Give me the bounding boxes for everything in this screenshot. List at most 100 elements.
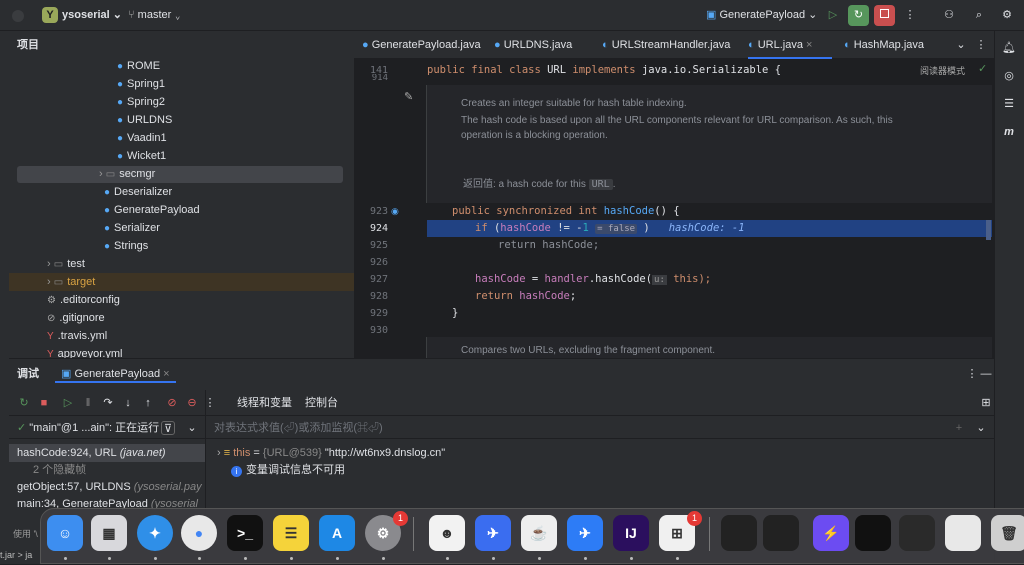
database-icon[interactable]: ☰ xyxy=(1002,97,1016,111)
tree-item[interactable]: › ▭ target xyxy=(47,273,95,291)
resume-icon[interactable]: ▷ xyxy=(61,396,75,410)
tree-item[interactable]: ⚙ .editorconfig xyxy=(47,291,120,309)
close-icon[interactable]: × xyxy=(163,368,169,380)
javadoc-return: 返回值: a hash code for this URL. xyxy=(463,179,616,190)
edit-pencil-icon[interactable]: ✎ xyxy=(404,90,413,103)
tree-item[interactable]: ● GeneratePayload xyxy=(104,201,200,219)
gear-icon[interactable]: ⚙ xyxy=(1000,8,1014,22)
step-into-icon[interactable]: ↓ xyxy=(121,396,135,410)
java-icon[interactable]: ☕ xyxy=(521,515,557,551)
chevron-down-icon[interactable]: ⌄ xyxy=(954,38,968,52)
tree-selection xyxy=(17,166,343,183)
ai-assistant-icon[interactable]: ◎ xyxy=(1002,69,1016,83)
resume-icon[interactable]: ▷ xyxy=(826,8,840,22)
add-watch-icon[interactable]: + xyxy=(952,421,966,435)
chevron-down-icon[interactable]: ⌄ xyxy=(974,421,988,435)
chevron-down-icon[interactable]: ⌄ xyxy=(185,421,199,435)
tree-item[interactable]: ● Vaadin1 xyxy=(117,129,167,147)
tree-item[interactable]: ● URLDNS xyxy=(117,111,172,129)
window-3-icon[interactable] xyxy=(855,515,891,551)
lark-icon[interactable]: ✈ xyxy=(567,515,603,551)
running-indicator xyxy=(336,557,339,560)
window-5-icon[interactable] xyxy=(945,515,981,551)
filter-icon[interactable]: ⊽ xyxy=(161,421,175,435)
tab-url-java[interactable]: ◐ URL.java × xyxy=(748,31,832,59)
tree-item[interactable]: › ▭ test xyxy=(47,255,85,273)
tree-item[interactable]: Y .travis.yml xyxy=(47,327,107,345)
launchpad-icon[interactable]: ▦ xyxy=(91,515,127,551)
override-icon[interactable]: ◉ xyxy=(391,206,399,217)
feishu-icon[interactable]: ✈ xyxy=(475,515,511,551)
class-icon: ● xyxy=(117,115,124,126)
tree-item[interactable]: ● Spring1 xyxy=(117,75,165,93)
tree-item[interactable]: ● Strings xyxy=(104,237,148,255)
finder-icon[interactable]: ☺ xyxy=(47,515,83,551)
scrollbar-thumb[interactable] xyxy=(986,220,991,240)
rerun-icon[interactable]: ↻ xyxy=(17,396,31,410)
tree-item[interactable]: ● Deserializer xyxy=(104,183,172,201)
tree-item[interactable]: ● Serializer xyxy=(104,219,160,237)
traffic-light[interactable] xyxy=(12,10,24,22)
tab-generatepayload[interactable]: ● GeneratePayload.java xyxy=(354,31,486,59)
chevron-right-icon[interactable]: › xyxy=(217,447,221,459)
maven-icon[interactable]: m xyxy=(1002,125,1016,139)
pause-icon[interactable]: ‖ xyxy=(81,396,95,410)
app-config-icon: ▣ xyxy=(706,9,717,21)
step-over-icon[interactable]: ↷ xyxy=(101,396,115,410)
chevron-right-icon[interactable]: › xyxy=(47,258,54,270)
mute-breakpoints-icon[interactable]: ⊖ xyxy=(185,396,199,410)
app-store-icon[interactable]: A xyxy=(319,515,355,551)
trash-icon[interactable]: 🗑 xyxy=(991,515,1024,551)
minimize-icon[interactable]: — xyxy=(979,367,993,381)
eval-placeholder: 对表达式求值(⏎)或添加监视(⌘⏎) xyxy=(214,422,383,434)
notifications-icon[interactable]: 🔔︎ xyxy=(1002,41,1016,55)
stack-frame[interactable]: getObject:57, URLDNS (ysoserial.pay xyxy=(9,478,205,496)
running-indicator xyxy=(584,557,587,560)
thread-selector[interactable]: ✓ "main"@1 ...ain": 正在运行 ⊽ ⌄ xyxy=(9,417,205,439)
eval-field[interactable]: 对表达式求值(⏎)或添加监视(⌘⏎) + ⌄ xyxy=(206,417,994,439)
run-config-selector[interactable]: ▣ GeneratePayload ⌄ xyxy=(706,6,817,24)
add-user-icon[interactable]: ⚇ xyxy=(942,8,956,22)
tab-threads-variables[interactable]: 线程和变量 xyxy=(237,394,292,412)
more-icon[interactable]: ⋮ xyxy=(965,367,979,381)
tab-urlstreamhandler[interactable]: ◐ URLStreamHandler.java xyxy=(602,31,732,59)
window-1-icon[interactable] xyxy=(721,515,757,551)
close-icon[interactable]: × xyxy=(806,39,812,51)
debug-session-tab[interactable]: ▣ GeneratePayload × xyxy=(55,365,176,383)
dock-separator xyxy=(413,517,414,551)
debug-rerun-button[interactable]: ↻ xyxy=(848,5,869,26)
stack-frame[interactable]: 2 个隐藏帧 xyxy=(9,461,205,479)
stop-icon[interactable]: ■ xyxy=(37,396,51,410)
qq-icon[interactable]: ☻ xyxy=(429,515,465,551)
stack-frame[interactable]: hashCode:924, URL (java.net) xyxy=(9,444,205,462)
more-icon[interactable]: ⋮ xyxy=(974,38,988,52)
tab-urldns[interactable]: ● URLDNS.java xyxy=(494,31,589,59)
chevron-right-icon[interactable]: › xyxy=(99,168,106,180)
tab-hashmap[interactable]: ◐ HashMap.java xyxy=(844,31,949,59)
chevron-right-icon[interactable]: › xyxy=(47,276,54,288)
tree-item[interactable]: ⊘ .gitignore xyxy=(47,309,105,327)
window-4-icon[interactable] xyxy=(899,515,935,551)
window-2-icon[interactable] xyxy=(763,515,799,551)
safari-icon[interactable]: ✦ xyxy=(137,515,173,551)
tree-item[interactable]: ● ROME xyxy=(117,57,160,75)
search-icon[interactable]: ⌕ xyxy=(972,8,986,22)
reader-mode-label[interactable]: 阅读器模式 xyxy=(920,62,965,80)
tab-console[interactable]: 控制台 xyxy=(305,394,338,412)
step-out-icon[interactable]: ↑ xyxy=(141,396,155,410)
chrome-icon[interactable]: ● xyxy=(181,515,217,551)
breakpoints-icon[interactable]: ⊘ xyxy=(165,396,179,410)
layout-icon[interactable]: ⊞ xyxy=(979,396,993,410)
burp-icon[interactable]: ⚡ xyxy=(813,515,849,551)
variable-row[interactable]: › ≡ this = {URL@539} "http://wt6nx9.dnsl… xyxy=(217,444,445,462)
more-icon[interactable]: ⋮ xyxy=(903,8,917,22)
tree-item[interactable]: ● Spring2 xyxy=(117,93,165,111)
intellij-icon[interactable]: IJ xyxy=(613,515,649,551)
tree-item[interactable]: ● Wicket1 xyxy=(117,147,166,165)
project-selector[interactable]: ysoserial ⌄ xyxy=(62,6,122,24)
terminal-icon[interactable]: >_ xyxy=(227,515,263,551)
tree-item[interactable]: › ▭ secmgr xyxy=(99,165,155,183)
notes-icon[interactable]: ☰ xyxy=(273,515,309,551)
stop-button[interactable] xyxy=(874,5,895,26)
branch-selector[interactable]: ⑂ master ⌄ xyxy=(128,6,181,24)
